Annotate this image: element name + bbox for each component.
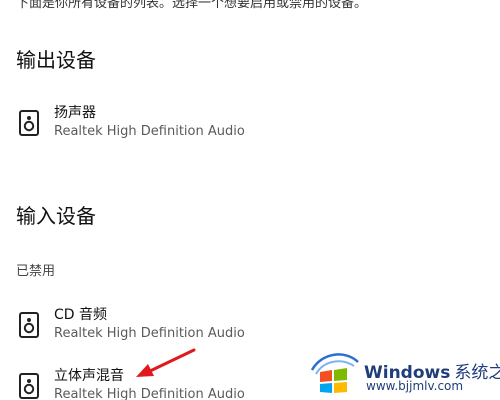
device-driver: Realtek High Definition Audio bbox=[54, 124, 245, 139]
device-driver: Realtek High Definition Audio bbox=[54, 326, 245, 341]
red-arrow-annotation bbox=[136, 348, 196, 377]
windows-logo-icon bbox=[310, 353, 359, 393]
device-name: 扬声器 bbox=[54, 105, 96, 121]
intro-text: 下面是你所有设备的列表。选择一个想要启用或禁用的设备。 bbox=[16, 0, 368, 11]
speaker-icon bbox=[19, 373, 39, 399]
output-devices-heading: 输出设备 bbox=[16, 48, 96, 72]
disabled-group-label: 已禁用 bbox=[16, 264, 56, 279]
watermark-url: www.bjjmlv.com bbox=[366, 379, 464, 393]
watermark: Windows系统之家 www.bjjmlv.com bbox=[308, 348, 500, 398]
sound-devices-page: 下面是你所有设备的列表。选择一个想要启用或禁用的设备。 输出设备 扬声器 Rea… bbox=[0, 0, 500, 400]
speaker-icon bbox=[19, 312, 39, 338]
device-name: 立体声混音 bbox=[54, 368, 124, 384]
device-item-speaker[interactable]: 扬声器 Realtek High Definition Audio bbox=[16, 104, 346, 144]
input-devices-heading: 输入设备 bbox=[16, 204, 96, 228]
speaker-icon bbox=[19, 110, 39, 136]
device-driver: Realtek High Definition Audio bbox=[54, 387, 245, 400]
device-name: CD 音频 bbox=[54, 307, 108, 323]
device-item-cd-audio[interactable]: CD 音频 Realtek High Definition Audio bbox=[16, 306, 346, 346]
